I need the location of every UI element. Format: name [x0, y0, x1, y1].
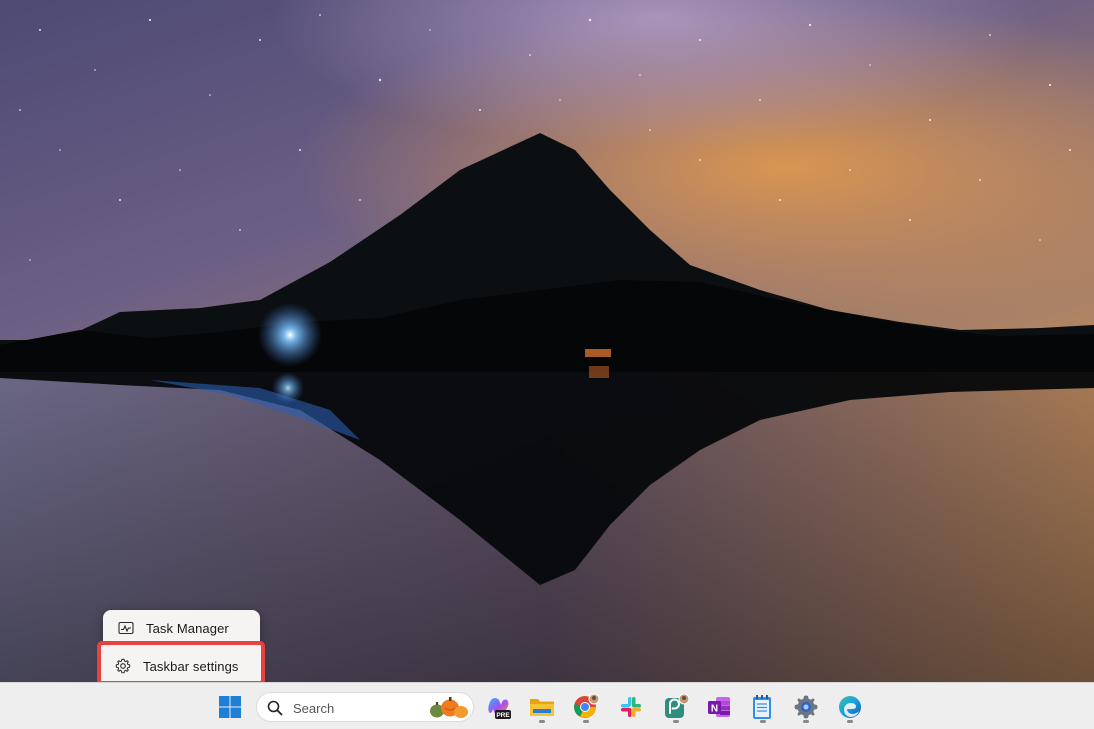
chrome-icon [574, 693, 600, 718]
file-explorer-button[interactable] [526, 691, 558, 723]
notepad-button[interactable] [746, 691, 778, 723]
onenote-icon: N [708, 697, 730, 717]
notepad-icon [753, 695, 771, 719]
svg-text:PRE: PRE [496, 712, 510, 719]
running-indicator [760, 720, 766, 723]
chatgpt-profile-icon [665, 693, 690, 718]
edge-button[interactable] [834, 691, 866, 723]
settings-button[interactable] [790, 691, 822, 723]
running-indicator [583, 720, 589, 723]
desktop-wallpaper[interactable] [0, 0, 1094, 682]
menu-item-label: Taskbar settings [143, 658, 239, 674]
slack-button[interactable] [615, 691, 647, 723]
running-indicator [803, 720, 809, 723]
menu-item-task-manager[interactable]: Task Manager [103, 611, 260, 645]
highlight-box: Taskbar settings [97, 641, 265, 685]
search-placeholder: Search [293, 701, 335, 716]
gear-icon [115, 658, 131, 674]
running-indicator [847, 720, 853, 723]
edge-icon [839, 696, 861, 718]
onenote-button[interactable]: N [703, 691, 735, 723]
menu-item-label: Task Manager [146, 620, 229, 636]
copilot-button[interactable]: PRE [483, 691, 515, 723]
windows-start-icon [219, 696, 241, 718]
pumpkins-icon[interactable] [425, 694, 471, 721]
running-indicator [539, 720, 545, 723]
file-explorer-icon [530, 699, 554, 716]
search-icon [267, 700, 283, 716]
svg-text:N: N [711, 704, 718, 715]
settings-icon [794, 695, 818, 719]
chrome-button[interactable] [570, 691, 602, 723]
menu-item-taskbar-settings[interactable]: Taskbar settings [97, 649, 257, 683]
search-box[interactable]: Search [256, 692, 474, 722]
taskbar[interactable]: Search PRE N [0, 682, 1094, 729]
slack-icon [621, 697, 641, 717]
start-button[interactable] [214, 691, 246, 723]
task-manager-icon [118, 621, 134, 635]
copilot-pre-icon: PRE [488, 698, 511, 719]
chatgpt-button[interactable] [660, 691, 692, 723]
running-indicator [673, 720, 679, 723]
mountain-lake-night-icon [0, 0, 1094, 682]
